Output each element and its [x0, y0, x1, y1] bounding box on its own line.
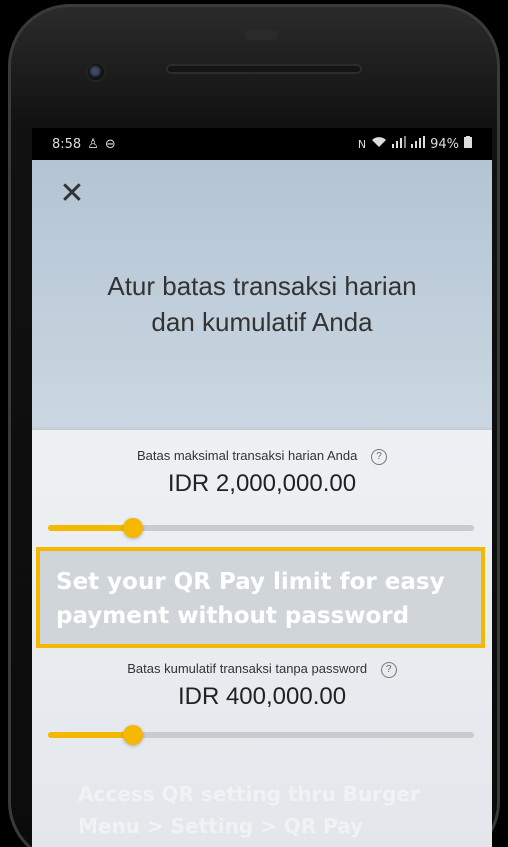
cumulative-limit-slider[interactable] — [48, 725, 474, 745]
daily-limit-slider-fill — [48, 525, 133, 531]
daily-limit-value: IDR 2,000,000.00 — [167, 470, 357, 497]
signal-icon — [411, 136, 426, 152]
battery-level: 94% — [430, 136, 459, 152]
close-icon: ✕ — [59, 176, 85, 211]
wifi-icon — [371, 136, 387, 152]
daily-limit-slider[interactable] — [48, 518, 474, 538]
cumulative-limit-help-icon[interactable]: ? — [380, 661, 397, 678]
callout-line1: Set your QR Pay limit for easy — [56, 569, 445, 595]
page-title-line2: dan kumulatif Anda — [151, 307, 373, 337]
page-title: Atur batas transaksi harian dan kumulati… — [52, 268, 472, 340]
person-icon: ♙ — [87, 136, 99, 152]
page-title-line1: Atur batas transaksi harian — [107, 271, 417, 301]
cumulative-limit-label: Batas kumulatif transaksi tanpa password — [127, 661, 368, 676]
footer-line2: Menu > Setting > QR Pay — [78, 814, 364, 838]
cumulative-limit-label-row: Batas kumulatif transaksi tanpa password… — [32, 661, 492, 678]
phone-frame: 8:58 ♙ ⊖ N 94% ✕ Atur batas transaksi ha… — [0, 0, 508, 847]
cumulative-limit-value: IDR 400,000.00 — [177, 683, 347, 710]
callout-text: Set your QR Pay limit for easy payment w… — [56, 565, 476, 633]
signal-icon — [392, 136, 407, 152]
front-camera-icon — [86, 62, 106, 82]
cumulative-limit-slider-fill — [48, 732, 133, 738]
top-speaker — [244, 30, 278, 40]
status-bar: 8:58 ♙ ⊖ N 94% — [32, 128, 492, 160]
daily-limit-label-row: Batas maksimal transaksi harian Anda ? — [32, 448, 492, 465]
dnd-icon: ⊖ — [104, 136, 116, 152]
cumulative-limit-slider-thumb[interactable] — [123, 725, 143, 745]
daily-limit-slider-thumb[interactable] — [123, 518, 143, 538]
daily-limit-label: Batas maksimal transaksi harian Anda — [136, 448, 358, 463]
status-time: 8:58 — [52, 136, 82, 152]
limit-settings-screen: ✕ Atur batas transaksi harian dan kumula… — [32, 160, 492, 847]
footer-instruction: Access QR setting thru Burger Menu > Set… — [78, 778, 478, 842]
callout-line2: payment without password — [56, 603, 410, 629]
battery-icon — [464, 136, 472, 152]
footer-line1: Access QR setting thru Burger — [78, 782, 420, 806]
close-button[interactable]: ✕ — [58, 179, 86, 209]
earpiece-speaker — [166, 64, 362, 74]
phone-screen: 8:58 ♙ ⊖ N 94% ✕ Atur batas transaksi ha… — [32, 128, 492, 847]
daily-limit-help-icon[interactable]: ? — [371, 448, 387, 465]
nfc-icon: N — [357, 137, 367, 151]
